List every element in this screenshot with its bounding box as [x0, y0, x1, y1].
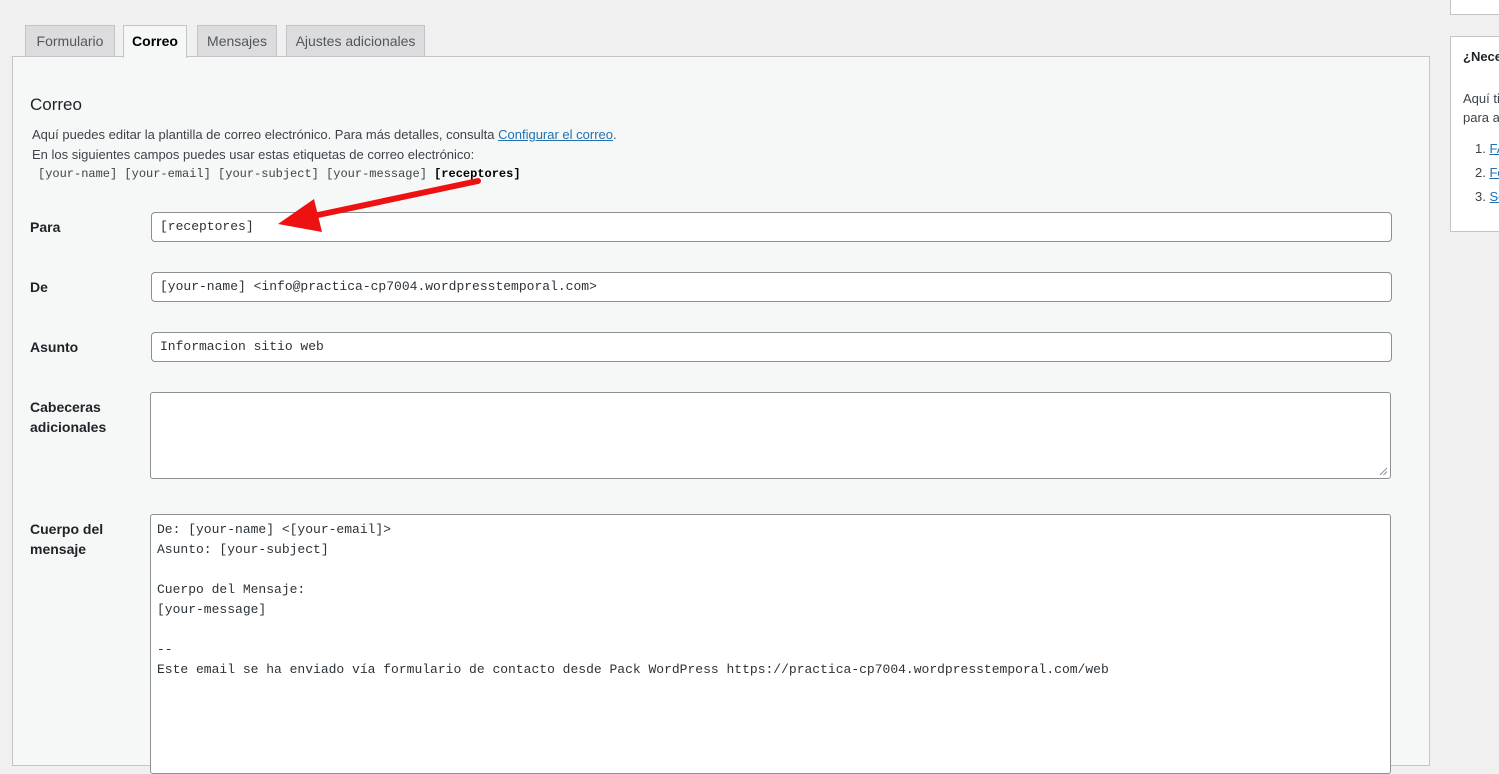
- sidebar-box-top: [1450, 0, 1499, 15]
- help-list-item: 2. Fo: [1475, 165, 1499, 180]
- headers-label-line-1: Cabeceras: [30, 399, 101, 415]
- body-label: Cuerpo del mensaje: [30, 519, 103, 559]
- help-sidebar-box: ¿Nece Aquí ti para a 1. FA 2. Fo 3. Se: [1450, 36, 1499, 232]
- help-item-number: 1.: [1475, 141, 1490, 156]
- section-title: Correo: [30, 95, 82, 114]
- help-item-number: 3.: [1475, 189, 1490, 204]
- tag-your-name: [your-name]: [38, 167, 118, 181]
- tag-your-subject: [your-subject]: [218, 167, 319, 181]
- help-list-item: 1. FA: [1475, 141, 1499, 156]
- help-title: ¿Nece: [1463, 49, 1499, 64]
- help-list-item: 3. Se: [1475, 189, 1499, 204]
- resize-grip-icon[interactable]: [1379, 467, 1388, 476]
- from-input[interactable]: [your-name] <info@practica-cp7004.wordpr…: [151, 272, 1392, 302]
- help-item-number: 2.: [1475, 165, 1490, 180]
- tab-ajustes-adicionales[interactable]: Ajustes adicionales: [286, 25, 425, 56]
- tab-correo[interactable]: Correo: [123, 25, 187, 58]
- subject-input[interactable]: Informacion sitio web: [151, 332, 1392, 362]
- description-line-2: En los siguientes campos puedes usar est…: [32, 147, 475, 162]
- description-text: Aquí puedes editar la plantilla de corre…: [32, 127, 499, 142]
- headers-label-line-2: adicionales: [30, 419, 107, 435]
- help-text-line-2: para a: [1463, 110, 1499, 125]
- to-label: Para: [30, 219, 61, 235]
- tab-formulario[interactable]: Formulario: [25, 25, 115, 56]
- mail-panel: Correo Aquí puedes editar la plantilla d…: [12, 56, 1430, 774]
- configure-mail-link[interactable]: Configurar el correo: [498, 127, 613, 142]
- description-period: .: [613, 127, 617, 142]
- subject-label: Asunto: [30, 339, 79, 355]
- tab-mensajes[interactable]: Mensajes: [197, 25, 277, 56]
- help-link-support[interactable]: Se: [1489, 189, 1499, 204]
- body-label-line-1: Cuerpo del: [30, 521, 104, 537]
- tag-receptores: [receptores]: [434, 167, 521, 181]
- mail-tags: [your-name] [your-email] [your-subject] …: [38, 167, 521, 181]
- description-line-1: Aquí puedes editar la plantilla de corre…: [32, 127, 617, 142]
- tag-your-message: [your-message]: [326, 167, 427, 181]
- help-link-faq[interactable]: FA: [1489, 141, 1499, 156]
- help-text-line-1: Aquí ti: [1463, 91, 1499, 106]
- body-textarea[interactable]: De: [your-name] <[your-email]> Asunto: […: [150, 514, 1391, 774]
- help-link-forum[interactable]: Fo: [1489, 165, 1499, 180]
- headers-label: Cabeceras adicionales: [30, 397, 106, 437]
- tag-your-email: [your-email]: [124, 167, 211, 181]
- headers-textarea[interactable]: [150, 392, 1391, 479]
- from-label: De: [30, 279, 48, 295]
- to-input[interactable]: [receptores]: [151, 212, 1392, 242]
- body-label-line-2: mensaje: [30, 541, 87, 557]
